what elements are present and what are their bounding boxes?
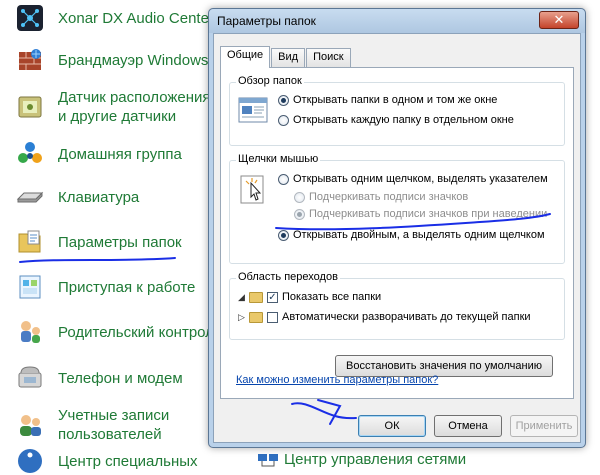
mouse-clicks-label: Щелчки мышью	[236, 153, 321, 165]
cp-label: Приступая к работе	[58, 278, 196, 296]
cp-item-user-accounts[interactable]: Учетные записи пользователей	[16, 406, 218, 444]
cp-item-parental-control[interactable]: Родительский контроль	[16, 318, 222, 346]
keyboard-icon	[16, 191, 44, 203]
cp-label: Центр специальных	[58, 452, 198, 470]
cp-item-phone-modem[interactable]: Телефон и модем	[16, 364, 183, 392]
firewall-icon	[19, 49, 41, 70]
accessibility-icon	[18, 449, 42, 473]
radio-open-same-window[interactable]: Открывать папки в одном и том же окне	[278, 94, 497, 106]
radio-label: Открывать двойным, а выделять одним щелч…	[293, 229, 545, 241]
radio-open-new-window[interactable]: Открывать каждую папку в отдельном окне	[278, 114, 514, 126]
cp-label: Параметры папок	[58, 233, 182, 251]
radio-label: Открывать каждую папку в отдельном окне	[293, 114, 514, 126]
checkbox-show-all-folders[interactable]: ◢ Показать все папки	[238, 291, 381, 303]
tab-panel-general: Обзор папок Открывать папки в одном и то…	[220, 67, 574, 399]
ok-button[interactable]: ОК	[358, 415, 426, 437]
tab-view[interactable]: Вид	[271, 48, 306, 67]
cancel-button[interactable]: Отмена	[434, 415, 502, 437]
tab-strip: Общие Вид Поиск	[220, 46, 352, 68]
cp-label: Клавиатура	[58, 188, 140, 206]
radio-button[interactable]	[294, 191, 305, 203]
cp-item-homegroup[interactable]: Домашняя группа	[16, 140, 182, 168]
checkbox-label: Автоматически разворачивать до текущей п…	[282, 311, 531, 323]
radio-button[interactable]	[294, 208, 305, 220]
cp-item-folder-options[interactable]: Параметры папок	[16, 228, 182, 256]
checkbox[interactable]	[267, 291, 278, 303]
cp-item-xonar[interactable]: Xonar DX Audio Center	[16, 4, 214, 32]
cp-item-accessibility[interactable]: Центр специальных	[16, 447, 198, 475]
radio-label: Подчеркивать подписи значков при наведен…	[309, 208, 548, 220]
cp-label: Учетные записи пользователей	[58, 407, 170, 443]
browse-folders-label: Обзор папок	[236, 75, 304, 87]
cp-label: Родительский контроль	[58, 323, 222, 341]
browse-folders-group: Обзор папок Открывать папки в одном и то…	[229, 75, 565, 146]
radio-button[interactable]	[278, 114, 289, 126]
radio-double-click[interactable]: Открывать двойным, а выделять одним щелч…	[278, 229, 545, 241]
cp-item-network-center[interactable]: Центр управления сетями	[284, 451, 466, 468]
radio-single-click[interactable]: Открывать одним щелчком, выделять указат…	[278, 173, 548, 185]
checkbox-label: Показать все папки	[282, 291, 382, 303]
parental-control-icon	[21, 321, 40, 343]
cp-label: Домашняя группа	[58, 145, 182, 163]
user-accounts-icon	[20, 415, 41, 436]
browse-folders-icon	[238, 97, 268, 123]
close-button[interactable]: ✕	[539, 11, 579, 29]
help-link[interactable]: Как можно изменить параметры папок?	[236, 374, 438, 386]
apply-button[interactable]: Применить	[510, 415, 578, 437]
tree-collapse-icon: ◢	[238, 291, 245, 302]
dialog-client: Общие Вид Поиск Обзор папок Открывать па…	[213, 33, 581, 443]
radio-label: Открывать одним щелчком, выделять указат…	[293, 173, 548, 185]
mouse-clicks-group: Щелчки мышью Открывать одним щелчком, вы…	[229, 153, 565, 264]
folder-options-dialog: Параметры папок ✕ Общие Вид Поиск Обзор …	[208, 8, 586, 448]
radio-button[interactable]	[278, 173, 289, 185]
radio-underline-hover[interactable]: Подчеркивать подписи значков при наведен…	[294, 208, 547, 220]
underline-annotation-folder-options	[19, 257, 176, 263]
radio-label: Открывать папки в одном и том же окне	[293, 94, 498, 106]
homegroup-icon	[18, 142, 42, 163]
checkbox[interactable]	[267, 311, 278, 323]
radio-underline-always[interactable]: Подчеркивать подписи значков	[294, 191, 468, 203]
navigation-pane-label: Область переходов	[236, 271, 340, 283]
network-icon	[258, 454, 278, 467]
folder-options-icon	[18, 230, 41, 253]
cp-item-sensors[interactable]: Датчик расположения и другие датчики	[16, 88, 218, 126]
cp-label: Брандмауэр Windows	[58, 51, 209, 69]
folder-icon	[249, 291, 263, 303]
audio-center-icon	[17, 5, 43, 31]
tree-expand-icon: ▷	[238, 311, 245, 322]
tab-general[interactable]: Общие	[220, 46, 271, 68]
radio-button[interactable]	[278, 229, 289, 241]
cp-label: Датчик расположения и другие датчики	[58, 89, 211, 125]
tab-search[interactable]: Поиск	[306, 48, 351, 67]
radio-label: Подчеркивать подписи значков	[309, 191, 469, 203]
navigation-pane-group: Область переходов ◢ Показать все папки ▷…	[229, 271, 565, 340]
phone-modem-icon	[18, 366, 42, 388]
dialog-title: Параметры папок	[217, 14, 316, 28]
cp-item-firewall[interactable]: Брандмауэр Windows	[16, 46, 208, 74]
cp-label: Xonar DX Audio Center	[58, 9, 214, 27]
cp-item-keyboard[interactable]: Клавиатура	[16, 183, 139, 211]
folder-icon	[249, 311, 263, 323]
radio-button[interactable]	[278, 94, 289, 106]
sensor-icon	[18, 96, 42, 118]
getting-started-icon	[19, 275, 41, 299]
mouse-click-icon	[240, 175, 264, 204]
cp-label: Телефон и модем	[58, 369, 183, 387]
cp-item-getting-started[interactable]: Приступая к работе	[16, 273, 195, 301]
dialog-titlebar[interactable]: Параметры папок ✕	[209, 9, 585, 33]
checkbox-auto-expand[interactable]: ▷ Автоматически разворачивать до текущей…	[238, 311, 531, 323]
